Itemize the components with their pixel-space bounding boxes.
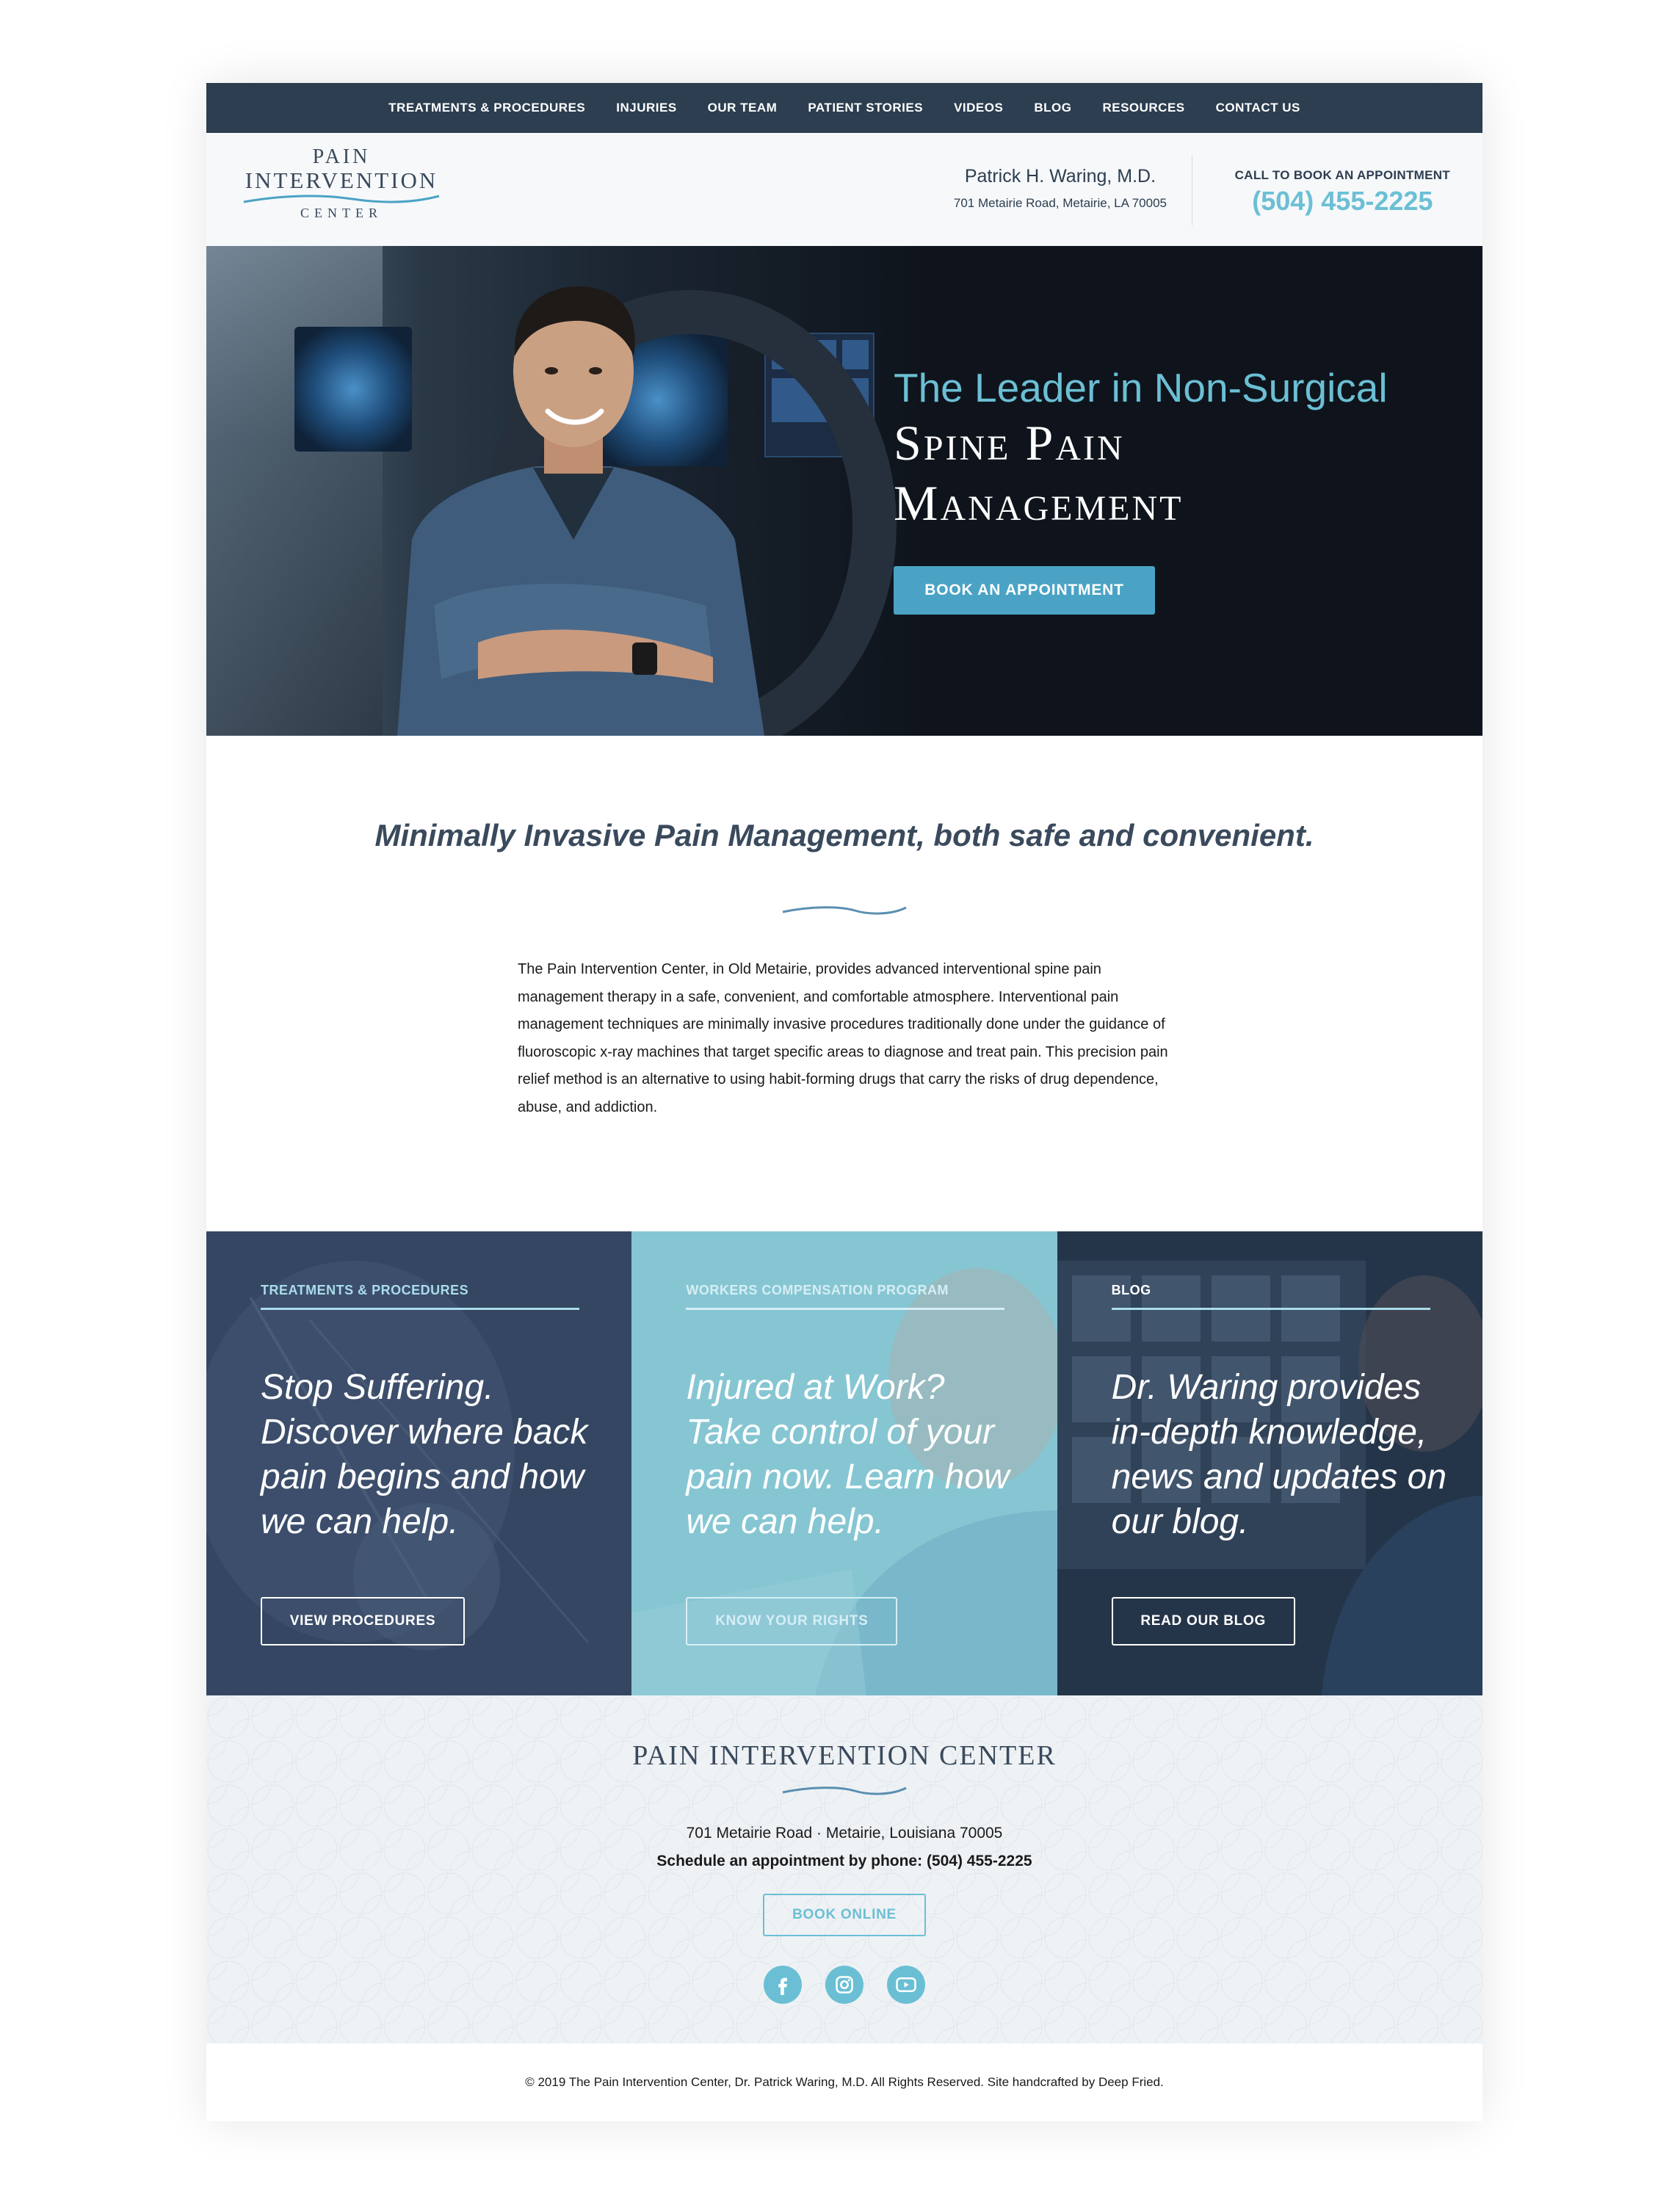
hero-xray-machine bbox=[206, 246, 383, 736]
hero-banner: The Leader in Non-Surgical Spine Pain Ma… bbox=[206, 246, 1482, 736]
intro-wave-icon bbox=[782, 906, 907, 915]
feature-cards: TREATMENTS & PROCEDURES Stop Suffering. … bbox=[206, 1231, 1482, 1695]
card-treatments-eyebrow: TREATMENTS & PROCEDURES bbox=[261, 1283, 469, 1297]
site-logo[interactable]: PAIN INTERVENTION CENTER bbox=[239, 146, 444, 221]
card-blog-heading: Dr. Waring provides in-depth knowledge, … bbox=[1111, 1368, 1447, 1541]
hero-title-line2: Spine Pain bbox=[894, 415, 1125, 471]
card-treatments: TREATMENTS & PROCEDURES Stop Suffering. … bbox=[206, 1231, 632, 1695]
view-procedures-button[interactable]: VIEW PROCEDURES bbox=[261, 1597, 465, 1646]
card-blog-eyebrow: BLOG bbox=[1111, 1283, 1151, 1297]
know-your-rights-button[interactable]: KNOW YOUR RIGHTS bbox=[686, 1597, 898, 1646]
nav-blog[interactable]: BLOG bbox=[1034, 101, 1071, 115]
nav-injuries[interactable]: INJURIES bbox=[616, 101, 676, 115]
logo-line-pain: PAIN bbox=[312, 145, 371, 168]
card-workers-comp: WORKERS COMPENSATION PROGRAM Injured at … bbox=[631, 1231, 1057, 1695]
footer-wave-icon bbox=[782, 1786, 907, 1795]
intro-body-text: The Pain Intervention Center, in Old Met… bbox=[518, 961, 1168, 1115]
doctor-address: 701 Metairie Road, Metairie, LA 70005 bbox=[953, 196, 1167, 210]
book-online-button[interactable]: BOOK ONLINE bbox=[763, 1894, 926, 1936]
card-treatments-rule bbox=[261, 1308, 579, 1310]
logo-line-intervention: INTERVENTION bbox=[245, 167, 438, 193]
card-blog: BLOG Dr. Waring provides in-depth knowle… bbox=[1057, 1231, 1482, 1695]
card-workers-comp-rule bbox=[686, 1308, 1005, 1310]
card-workers-comp-eyebrow: WORKERS COMPENSATION PROGRAM bbox=[686, 1283, 949, 1297]
book-appointment-button[interactable]: BOOK AN APPOINTMENT bbox=[894, 566, 1155, 615]
card-treatments-heading: Stop Suffering. Discover where back pain… bbox=[261, 1368, 588, 1541]
instagram-icon[interactable] bbox=[825, 1966, 863, 2004]
nav-videos[interactable]: VIDEOS bbox=[954, 101, 1003, 115]
site-footer: PAIN INTERVENTION CENTER 701 Metairie Ro… bbox=[206, 1695, 1482, 2043]
intro-section: Minimally Invasive Pain Management, both… bbox=[206, 736, 1482, 1231]
social-links bbox=[206, 1966, 1482, 2004]
nav-contact-us[interactable]: CONTACT US bbox=[1216, 101, 1300, 115]
nav-patient-stories[interactable]: PATIENT STORIES bbox=[808, 101, 923, 115]
logo-line-center: CENTER bbox=[300, 206, 383, 220]
facebook-icon[interactable] bbox=[764, 1966, 802, 2004]
nav-our-team[interactable]: OUR TEAM bbox=[708, 101, 778, 115]
footer-schedule: Schedule an appointment by phone: (504) … bbox=[656, 1853, 1032, 1869]
doctor-info: Patrick H. Waring, M.D. 701 Metairie Roa… bbox=[954, 165, 1167, 211]
intro-tagline: Minimally Invasive Pain Management, both… bbox=[374, 818, 1314, 852]
read-our-blog-button[interactable]: READ OUR BLOG bbox=[1111, 1597, 1295, 1646]
call-to-book: CALL TO BOOK AN APPOINTMENT (504) 455-22… bbox=[1235, 168, 1450, 217]
footer-address: 701 Metairie Road · Metairie, Louisiana … bbox=[686, 1825, 1003, 1842]
hero-title-line3: Management bbox=[894, 475, 1184, 531]
nav-resources[interactable]: RESOURCES bbox=[1102, 101, 1184, 115]
card-blog-rule bbox=[1111, 1308, 1430, 1310]
call-label: CALL TO BOOK AN APPOINTMENT bbox=[1234, 168, 1450, 182]
footer-brand: PAIN INTERVENTION CENTER bbox=[632, 1740, 1057, 1771]
phone-link[interactable]: (504) 455-2225 bbox=[1235, 186, 1450, 217]
site-header: PAIN INTERVENTION CENTER Patrick H. Wari… bbox=[206, 133, 1482, 246]
doctor-name: Patrick H. Waring, M.D. bbox=[964, 166, 1156, 187]
hero-text: The Leader in Non-Surgical Spine Pain Ma… bbox=[894, 363, 1388, 615]
card-workers-comp-heading: Injured at Work? Take control of your pa… bbox=[686, 1368, 1010, 1541]
doctor-portrait-image bbox=[397, 286, 764, 736]
logo-wave-icon bbox=[243, 195, 440, 203]
page: TREATMENTS & PROCEDURES INJURIES OUR TEA… bbox=[206, 83, 1482, 2121]
top-nav: TREATMENTS & PROCEDURES INJURIES OUR TEA… bbox=[206, 83, 1482, 133]
copyright-text: © 2019 The Pain Intervention Center, Dr.… bbox=[206, 2043, 1482, 2121]
youtube-icon[interactable] bbox=[887, 1966, 925, 2004]
hero-title-line1: The Leader in Non-Surgical bbox=[894, 365, 1388, 410]
nav-treatments-procedures[interactable]: TREATMENTS & PROCEDURES bbox=[388, 101, 585, 115]
